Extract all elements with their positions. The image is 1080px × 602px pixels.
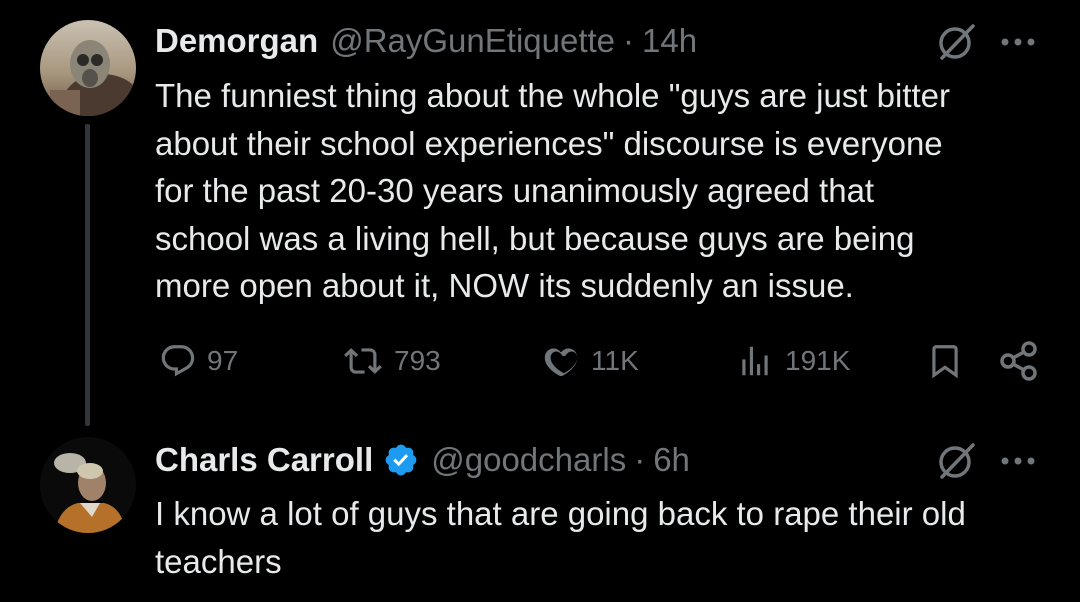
tweet-header: Charls Carroll @goodcharls · 6h — [155, 438, 690, 482]
share-button[interactable] — [998, 336, 1040, 386]
avatar[interactable] — [40, 437, 136, 533]
more-icon[interactable] — [1000, 456, 1036, 466]
tweet-reply: Charls Carroll @goodcharls · 6h I know a… — [0, 420, 1080, 602]
post-time[interactable]: 6h — [653, 438, 690, 482]
tweet-header: Demorgan @RayGunEtiquette · 14h — [155, 19, 697, 63]
avatar[interactable] — [40, 20, 136, 116]
bookmark-icon — [932, 345, 958, 379]
grok-icon[interactable] — [934, 439, 978, 483]
views-icon — [742, 346, 768, 376]
grok-icon[interactable] — [934, 20, 978, 64]
view-count: 191K — [785, 345, 851, 376]
reply-button[interactable]: 97 — [159, 336, 238, 386]
tweet-text: The funniest thing about the whole "guys… — [155, 77, 951, 304]
tweet-text: I know a lot of guys that are going back… — [155, 495, 966, 580]
repost-count: 793 — [394, 345, 441, 376]
author-name[interactable]: Demorgan — [155, 19, 318, 63]
tweet-original: Demorgan @RayGunEtiquette · 14h The funn… — [0, 0, 1080, 420]
share-icon — [1000, 341, 1037, 381]
heart-icon — [544, 348, 578, 377]
like-button[interactable]: 11K — [541, 336, 639, 386]
verified-badge-icon — [385, 444, 417, 476]
post-time[interactable]: 14h — [642, 19, 697, 63]
bookmark-button[interactable] — [926, 336, 964, 386]
tweet-actions: 97 793 11K 191K — [0, 336, 1080, 386]
separator-dot: · — [623, 22, 635, 59]
like-count: 11K — [591, 345, 639, 376]
views-button[interactable]: 191K — [735, 336, 850, 386]
author-handle[interactable]: @RayGunEtiquette — [330, 19, 615, 63]
repost-button[interactable]: 793 — [342, 336, 441, 386]
separator-dot: · — [634, 441, 646, 478]
reply-icon — [161, 345, 195, 377]
repost-icon — [344, 348, 382, 374]
reply-count: 97 — [207, 345, 239, 376]
author-handle[interactable]: @goodcharls — [431, 438, 626, 482]
author-name[interactable]: Charls Carroll — [155, 438, 373, 482]
more-icon[interactable] — [1000, 37, 1036, 47]
